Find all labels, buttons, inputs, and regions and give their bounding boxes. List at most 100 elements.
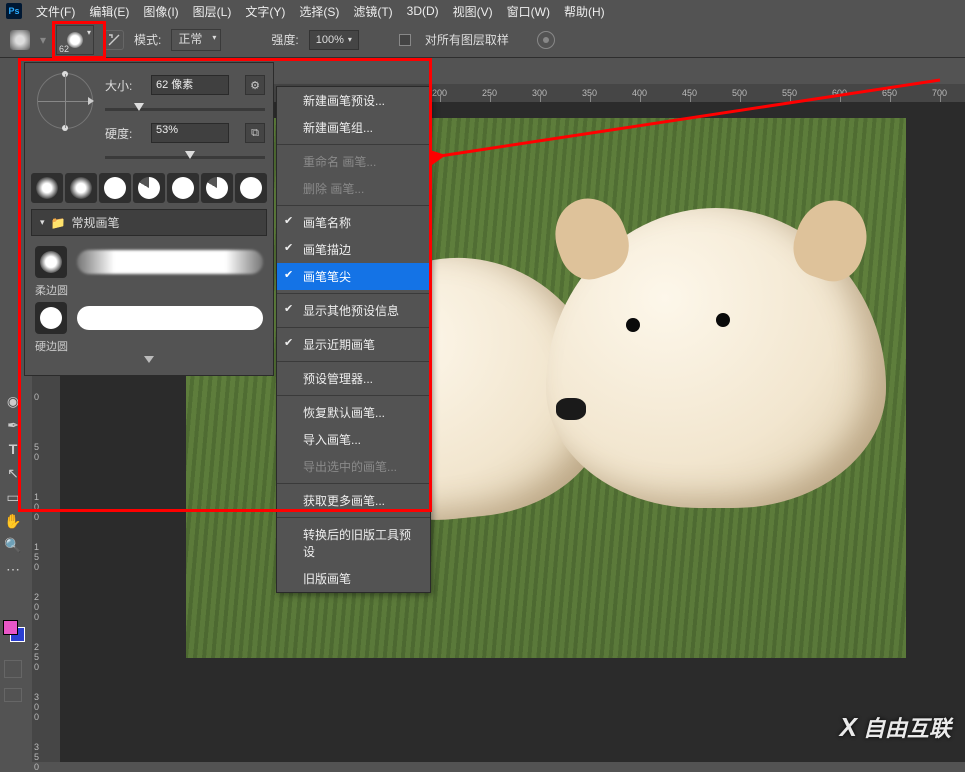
menu-image[interactable]: 图像(I) [143, 3, 178, 20]
chevron-down-icon: ▾ [348, 35, 352, 44]
pressure-icon[interactable] [537, 31, 555, 49]
flyout-menu-item[interactable]: 新建画笔组... [277, 114, 430, 141]
hardness-input[interactable]: 53% [151, 123, 229, 143]
color-swatches[interactable] [3, 620, 25, 642]
menu-type[interactable]: 文字(Y) [245, 3, 285, 20]
main-menu-bar: Ps 文件(F) 编辑(E) 图像(I) 图层(L) 文字(Y) 选择(S) 滤… [0, 0, 965, 22]
flyout-menu-label: 画笔名称 [303, 216, 351, 230]
strength-input[interactable]: 100% ▾ [309, 30, 359, 50]
flyout-menu-item[interactable]: 新建画笔预设... [277, 87, 430, 114]
ruler-tick-label: 350 [34, 742, 39, 772]
panel-resize-grip[interactable] [25, 354, 273, 365]
mode-label: 模式: [134, 31, 161, 48]
brush-name: 硬边圆 [35, 338, 267, 354]
angle-handle[interactable] [62, 125, 68, 131]
options-bar: ▾ 62 ▾ 模式: 正常 ▾ 强度: 100% ▾ 对所有图层取样 [0, 22, 965, 58]
ruler-tick-label: 250 [34, 642, 39, 672]
brush-angle-control[interactable] [37, 73, 93, 129]
check-icon: ✔ [284, 302, 293, 315]
blur-tool-icon[interactable]: ◉ [4, 392, 22, 410]
image-detail [556, 398, 586, 420]
flyout-menu-label: 导入画笔... [303, 433, 361, 447]
menu-edit[interactable]: 编辑(E) [89, 3, 129, 20]
type-tool-icon[interactable]: T [4, 440, 22, 458]
menu-window[interactable]: 窗口(W) [507, 3, 550, 20]
chevron-down-icon: ▾ [40, 217, 45, 228]
flyout-menu-item[interactable]: ✔ 画笔笔尖 [277, 263, 430, 290]
menu-select[interactable]: 选择(S) [299, 3, 339, 20]
new-preset-icon[interactable]: ⧉ [245, 123, 265, 143]
brush-thumb[interactable] [31, 173, 63, 203]
watermark: X 自由互联 [840, 711, 951, 743]
flyout-menu-item[interactable]: ✔ 显示近期画笔 [277, 331, 430, 358]
brush-list-item[interactable] [31, 298, 267, 338]
flyout-menu-item[interactable]: 预设管理器... [277, 365, 430, 392]
zoom-tool-icon[interactable]: 🔍 [4, 536, 22, 554]
folder-icon: 📁 [51, 216, 66, 230]
brush-name: 柔边圆 [35, 282, 267, 298]
flyout-menu-label: 获取更多画笔... [303, 494, 385, 508]
hand-tool-icon[interactable]: ✋ [4, 512, 22, 530]
flyout-menu-item: 导出选中的画笔... [277, 453, 430, 480]
screenmode-icon[interactable] [4, 688, 22, 702]
brush-thumb[interactable] [167, 173, 199, 203]
more-tools-icon[interactable]: ⋯ [4, 560, 22, 578]
flyout-menu-item[interactable]: 旧版画笔 [277, 565, 430, 592]
brush-list-item[interactable] [31, 242, 267, 282]
brush-preset-picker[interactable]: 62 ▾ [56, 25, 94, 55]
flyout-menu-item[interactable]: 恢复默认画笔... [277, 399, 430, 426]
menu-3d[interactable]: 3D(D) [407, 4, 439, 18]
sample-all-layers-checkbox[interactable] [399, 34, 411, 46]
current-tool-icon[interactable] [10, 30, 30, 50]
flyout-menu-label: 显示近期画笔 [303, 338, 375, 352]
blend-mode-select[interactable]: 正常 ▾ [171, 29, 221, 51]
quickmask-icon[interactable] [4, 660, 22, 678]
angle-handle[interactable] [62, 71, 68, 77]
shape-tool-icon[interactable]: ▭ [4, 488, 22, 506]
pen-tool-icon[interactable]: ✒ [4, 416, 22, 434]
flyout-menu-item[interactable]: 转换后的旧版工具预设 [277, 521, 430, 565]
flyout-menu-item[interactable]: 导入画笔... [277, 426, 430, 453]
flyout-menu-item[interactable]: ✔画笔描边 [277, 236, 430, 263]
brush-thumb[interactable] [133, 173, 165, 203]
check-icon: ✔ [284, 268, 293, 281]
brush-thumb[interactable] [235, 173, 267, 203]
flyout-menu-item[interactable]: ✔画笔名称 [277, 209, 430, 236]
check-icon: ✔ [284, 336, 293, 349]
brush-stroke-preview [77, 250, 263, 274]
flyout-menu-label: 画笔笔尖 [303, 270, 351, 284]
brush-panel-flyout-menu: 新建画笔预设...新建画笔组...重命名 画笔...删除 画笔...✔画笔名称✔… [276, 86, 431, 593]
gear-icon[interactable]: ⚙ [245, 75, 265, 95]
brush-panel-toggle-icon[interactable] [104, 30, 124, 50]
size-input[interactable]: 62 像素 [151, 75, 229, 95]
flyout-menu-item[interactable]: ✔显示其他预设信息 [277, 297, 430, 324]
hardness-slider[interactable] [105, 149, 265, 163]
menu-view[interactable]: 视图(V) [453, 3, 493, 20]
chevron-down-icon: ▾ [212, 33, 216, 42]
brush-list: 柔边圆 硬边圆 [25, 238, 273, 354]
app-icon: Ps [6, 3, 22, 19]
size-slider[interactable] [105, 101, 265, 115]
brush-thumb[interactable] [201, 173, 233, 203]
ruler-tick-label: 200 [34, 592, 39, 622]
flyout-menu-label: 画笔描边 [303, 243, 351, 257]
foreground-color-swatch[interactable] [3, 620, 18, 635]
tool-dropdown-icon[interactable]: ▾ [40, 33, 46, 47]
sample-all-layers-label: 对所有图层取样 [425, 31, 509, 48]
strength-value: 100% [316, 34, 344, 46]
menu-layer[interactable]: 图层(L) [193, 3, 232, 20]
flyout-menu-label: 恢复默认画笔... [303, 406, 385, 420]
menu-help[interactable]: 帮助(H) [564, 3, 605, 20]
menu-filter[interactable]: 滤镜(T) [353, 3, 392, 20]
brush-thumb[interactable] [65, 173, 97, 203]
menu-file[interactable]: 文件(F) [36, 3, 75, 20]
path-tool-icon[interactable]: ↖ [4, 464, 22, 482]
ruler-tick-label: 100 [34, 492, 39, 522]
flyout-menu-item: 重命名 画笔... [277, 148, 430, 175]
flyout-menu-item[interactable]: 获取更多画笔... [277, 487, 430, 514]
chevron-down-icon: ▾ [87, 28, 91, 37]
brush-thumb[interactable] [99, 173, 131, 203]
flyout-menu-label: 重命名 画笔... [303, 155, 376, 169]
brush-folder-header[interactable]: ▾ 📁 常规画笔 [31, 209, 267, 236]
flyout-menu-label: 预设管理器... [303, 372, 373, 386]
